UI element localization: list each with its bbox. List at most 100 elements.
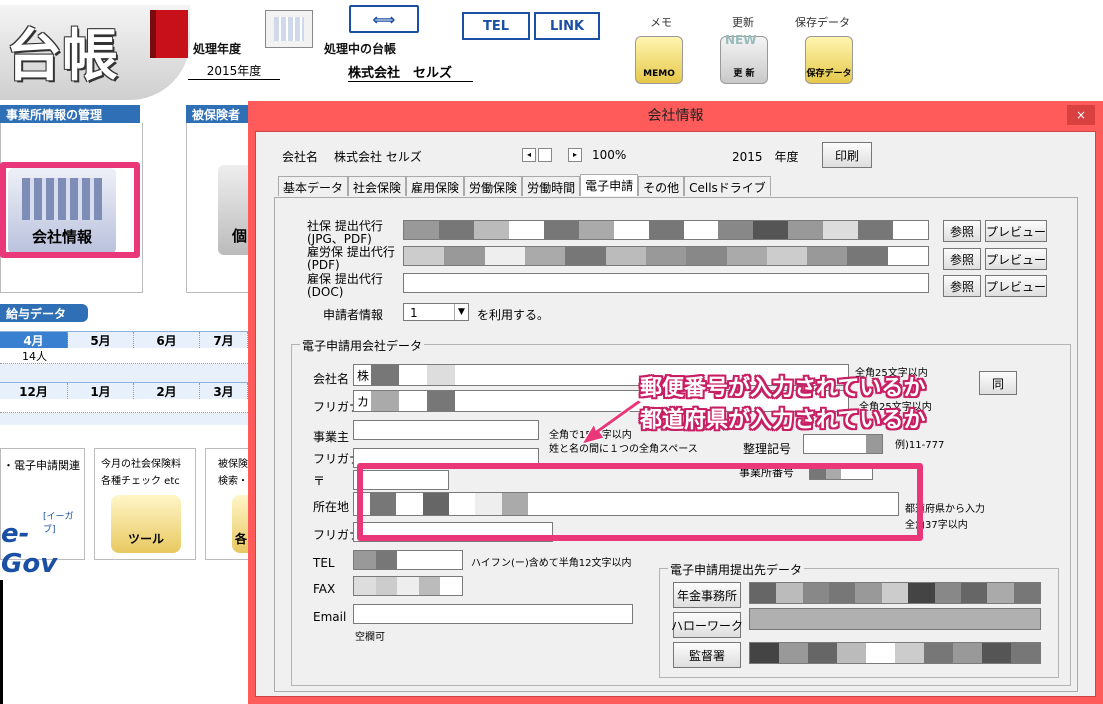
office-code-example: 例)11-777 [895, 440, 945, 451]
tab-labor-insurance[interactable]: 労働保険 [464, 176, 523, 196]
applicant-select[interactable]: 1 ▼ [403, 303, 469, 321]
browse-button[interactable]: 参照 [943, 220, 981, 242]
egov-tile[interactable]: ・電子申請関連 [イーガブ] e-Gov [0, 448, 85, 579]
annotation-postal: 郵便番号が入力されているか [640, 376, 926, 401]
zoom-left-arrow[interactable]: ◂ [522, 148, 536, 162]
redacted-content [404, 247, 929, 265]
preview-button[interactable]: プレビュー [985, 220, 1047, 242]
labor-standards-button[interactable]: 監督署 [673, 642, 741, 668]
swap-arrows-icon: ⟺ [372, 9, 396, 29]
ledger-book-icon [150, 10, 188, 58]
egov-caption: ・電子申請関連 [3, 459, 80, 472]
zoom-slider-thumb[interactable] [538, 148, 552, 162]
office-code-label: 整理記号 [743, 442, 792, 456]
month-cell[interactable]: 12月 [0, 383, 68, 399]
tab-cells-drive[interactable]: Cellsドライブ [684, 176, 771, 196]
fax-field[interactable] [353, 576, 463, 596]
calendar-icon[interactable] [265, 10, 313, 48]
tab-panel: 社保 提出代行 (JPG、PDF) 雇労保 提出代行 (PDF) 雇保 提出代行 (D… [274, 197, 1078, 692]
destination-group-title: 電子申請用提出先データ [668, 561, 805, 578]
month-cell[interactable]: 6月 [134, 332, 200, 348]
insured-tile-label: 個 [232, 227, 248, 245]
redacted-content [404, 221, 929, 239]
pension-office-button[interactable]: 年金事務所 [673, 582, 741, 608]
ledger-label: 処理中の台帳 [324, 42, 397, 56]
salary-table: 4月 5月 6月 7月 14人 12月 1月 2月 3月 [0, 331, 248, 427]
tel-hint: ハイフン(ー)含めて半角12文字以内 [471, 558, 632, 569]
tab-basic-data[interactable]: 基本データ [278, 176, 349, 196]
postal-address-highlight [357, 463, 923, 541]
applicant-suffix: を利用する。 [477, 308, 550, 322]
office-code-field[interactable] [803, 434, 883, 454]
month-cell[interactable]: 7月 [200, 332, 248, 348]
save-data-icon[interactable]: 保存データ [805, 36, 853, 84]
company-name-label: 会社名 [313, 372, 350, 386]
search-tool-char: 各 [235, 532, 248, 546]
tool-label: ツール [127, 532, 164, 546]
company-info-highlight [0, 162, 140, 258]
month-cell[interactable]: 5月 [68, 332, 134, 348]
company-label: 会社名 [282, 150, 319, 164]
redacted-content [354, 551, 462, 569]
labor-standards-field[interactable] [749, 642, 1041, 664]
tab-social-insurance[interactable]: 社会保険 [348, 176, 407, 196]
tel-field[interactable] [353, 550, 463, 570]
month-cell[interactable]: 3月 [200, 383, 248, 399]
pension-office-field[interactable] [749, 582, 1041, 604]
shaho-label: 社保 提出代行 (JPG、PDF) [307, 219, 383, 246]
email-hint: 空欄可 [355, 632, 385, 643]
same-button[interactable]: 同 [979, 371, 1017, 395]
month-cell[interactable]: 4月 [0, 332, 68, 348]
shaho-caption1: 今月の社会保険料 [101, 459, 181, 470]
redacted-content [750, 583, 1040, 603]
tab-employment-insurance[interactable]: 雇用保険 [406, 176, 465, 196]
email-field[interactable] [353, 604, 633, 624]
applicant-select-value: 1 [410, 306, 418, 320]
tab-e-application[interactable]: 電子申請 [580, 174, 639, 196]
insured-search-tile[interactable]: 被保険 検索・ 各 [205, 448, 249, 560]
month-cell[interactable]: 2月 [134, 383, 200, 399]
redacted-content [750, 643, 1040, 663]
address-label: 所在地 [313, 500, 350, 514]
applicant-label: 申請者情報 [323, 308, 384, 322]
close-icon: × [1075, 108, 1087, 122]
tel-button[interactable]: TEL [462, 12, 530, 40]
ledger-company-value: 株式会社 セルズ [348, 62, 473, 82]
annotation-arrow [580, 399, 643, 445]
company-name-value: 株 [357, 369, 370, 383]
memo-icon[interactable]: MEMO [635, 36, 683, 84]
hello-work-field[interactable] [749, 608, 1041, 630]
preview-button[interactable]: プレビュー [985, 248, 1047, 270]
update-icon-label: 更 新 [733, 69, 755, 79]
month-cell[interactable]: 1月 [68, 383, 134, 399]
browse-button[interactable]: 参照 [943, 248, 981, 270]
hello-work-button[interactable]: ハローワーク [671, 612, 743, 638]
postal-label: 〒 [313, 474, 326, 488]
shaho-caption2: 各種チェック etc [101, 476, 180, 487]
update-icon[interactable]: NEW 更 新 [720, 33, 768, 84]
company-data-group-title: 電子申請用会社データ [300, 337, 425, 354]
switch-ledger-button[interactable]: ⟺ [349, 5, 419, 33]
social-insurance-tile[interactable]: 今月の社会保険料 各種チェック etc ツール [94, 448, 196, 560]
employer-field[interactable] [353, 420, 539, 440]
email-label: Email [313, 610, 347, 624]
preview-button[interactable]: プレビュー [985, 275, 1047, 297]
insured-tile[interactable]: 個 [218, 165, 248, 255]
close-button[interactable]: × [1067, 105, 1095, 125]
link-button[interactable]: LINK [534, 12, 600, 40]
office-section-header: 事業所情報の管理 [0, 105, 140, 123]
year-value: 2015年度 [188, 62, 280, 80]
new-badge: NEW [725, 33, 757, 47]
fax-label: FAX [313, 582, 336, 596]
save-caption: 保存データ [795, 16, 850, 29]
tab-other[interactable]: その他 [638, 176, 685, 196]
shaho-file-path[interactable] [403, 220, 929, 240]
koroho-file-path[interactable] [403, 246, 929, 266]
dialog-title: 会社情報 [647, 108, 704, 124]
koho-file-path[interactable] [403, 273, 929, 293]
print-button[interactable]: 印刷 [822, 142, 872, 168]
hoken-caption2: 検索・ [218, 476, 248, 487]
browse-button[interactable]: 参照 [943, 275, 981, 297]
tab-working-hours[interactable]: 労働時間 [522, 176, 581, 196]
zoom-right-arrow[interactable]: ▸ [568, 148, 582, 162]
